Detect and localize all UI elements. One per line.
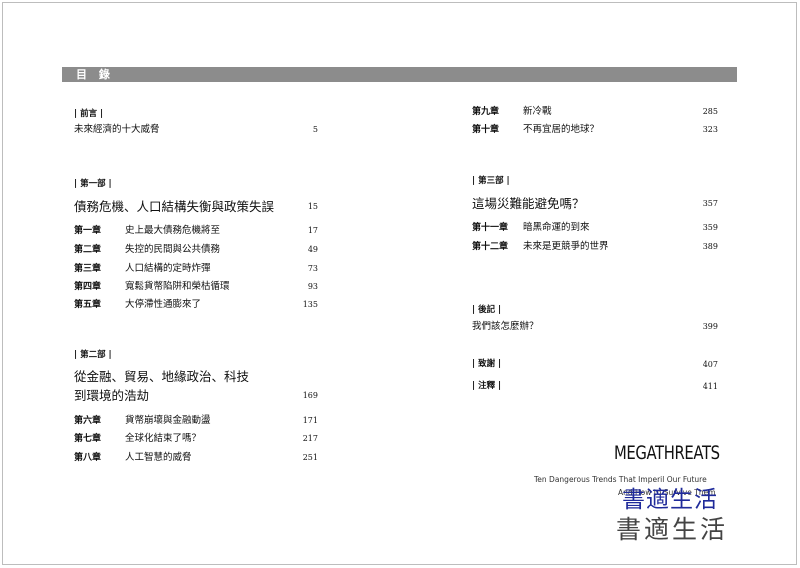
chapter-page: 93: [307, 282, 318, 291]
chapter-number: 第五章: [74, 300, 102, 310]
chapter-number: 第一章: [74, 226, 102, 236]
chapter-title: 大停滯性通膨來了: [125, 299, 202, 310]
chapter-number: 第十一章: [472, 223, 509, 233]
book-logo: MEGATHREATS: [614, 442, 720, 464]
part1-tag: | 第一部 |: [74, 179, 112, 189]
chapter-page: 73: [307, 264, 318, 273]
chapter-page: 135: [302, 300, 318, 309]
part1-page: 15: [307, 202, 318, 211]
chapter-number: 第三章: [74, 264, 102, 274]
toc-entry-thanks[interactable]: | 致謝 | 407: [472, 358, 718, 372]
thanks-tag: | 致謝 |: [472, 359, 502, 369]
chapter-page: 285: [702, 107, 718, 116]
chapter-number: 第十二章: [472, 242, 509, 252]
chapter-number: 第八章: [74, 453, 102, 463]
chapter-title: 未來是更競爭的世界: [523, 241, 609, 252]
toc-left-column: | 前言 | 未來經濟的十大威脅 5 | 第一部 | 債務危機、人口結構失衡與政…: [74, 0, 318, 568]
chapter-page: 389: [702, 242, 718, 251]
toc-entry-preface[interactable]: 未來經濟的十大威脅 5: [74, 123, 318, 137]
entry-page: 399: [702, 322, 718, 331]
chapter-title: 不再宜居的地球？: [523, 124, 600, 135]
chapter-number: 第四章: [74, 282, 102, 292]
chapter-title: 全球化結束了嗎？: [125, 433, 202, 444]
notes-tag: | 注釋 |: [472, 381, 502, 391]
toc-entry-afterword[interactable]: 我們該怎麼辦？ 399: [472, 320, 718, 334]
chapter-number: 第二章: [74, 245, 102, 255]
chapter-number: 第六章: [74, 416, 102, 426]
entry-page: 5: [312, 125, 318, 134]
toc-entry-chapter-6[interactable]: 第六章 貨幣崩壞與金融動盪 171: [74, 414, 318, 428]
toc-entry-chapter-9[interactable]: 第九章 新冷戰 285: [472, 105, 718, 119]
toc-entry-chapter-2[interactable]: 第二章 失控的民間與公共債務 49: [74, 243, 318, 257]
toc-entry-chapter-8[interactable]: 第八章 人工智慧的威脅 251: [74, 451, 318, 465]
chapter-title: 史上最大債務危機將至: [125, 225, 221, 236]
part3-title[interactable]: 這場災難能避免嗎？: [472, 196, 585, 212]
chapter-page: 323: [702, 125, 718, 134]
entry-title: 我們該怎麼辦？: [472, 321, 539, 332]
chapter-title: 暗黑命運的到來: [523, 222, 590, 233]
preface-tag: | 前言 |: [74, 109, 104, 119]
toc-entry-chapter-12[interactable]: 第十二章 未來是更競爭的世界 389: [472, 240, 718, 254]
entry-title: 未來經濟的十大威脅: [74, 124, 160, 135]
entry-page: 411: [702, 382, 718, 391]
chapter-number: 第七章: [74, 434, 102, 444]
toc-entry-chapter-11[interactable]: 第十一章 暗黑命運的到來 359: [472, 221, 718, 235]
chapter-page: 17: [307, 226, 318, 235]
toc-entry-chapter-7[interactable]: 第七章 全球化結束了嗎？ 217: [74, 432, 318, 446]
chapter-title: 人工智慧的威脅: [125, 452, 192, 463]
toc-entry-chapter-1[interactable]: 第一章 史上最大債務危機將至 17: [74, 224, 318, 238]
toc-entry-chapter-3[interactable]: 第三章 人口結構的定時炸彈 73: [74, 262, 318, 276]
toc-entry-notes[interactable]: | 注釋 | 411: [472, 380, 718, 394]
afterword-tag: | 後記 |: [472, 305, 502, 315]
chapter-page: 171: [302, 416, 318, 425]
chapter-title: 新冷戰: [523, 106, 552, 117]
watermark-gray: 書適生活: [616, 515, 729, 544]
part3-tag: | 第三部 |: [472, 176, 510, 186]
part2-title-line1[interactable]: 從金融、貿易、地緣政治、科技: [74, 369, 249, 385]
part1-title[interactable]: 債務危機、人口結構失衡與政策失誤: [74, 199, 274, 215]
chapter-title: 寬鬆貨幣陷阱和榮枯循環: [125, 281, 230, 292]
chapter-page: 251: [302, 453, 318, 462]
entry-page: 407: [702, 360, 718, 369]
part2-tag: | 第二部 |: [74, 350, 112, 360]
chapter-title: 貨幣崩壞與金融動盪: [125, 415, 211, 426]
chapter-title: 人口結構的定時炸彈: [125, 263, 211, 274]
chapter-number: 第九章: [472, 107, 500, 117]
part2-title-line2[interactable]: 到環境的浩劫: [74, 388, 149, 404]
chapter-page: 217: [302, 434, 318, 443]
chapter-page: 359: [702, 223, 718, 232]
chapter-page: 49: [307, 245, 318, 254]
part2-page: 169: [302, 391, 318, 400]
chapter-title: 失控的民間與公共債務: [125, 244, 221, 255]
toc-entry-chapter-4[interactable]: 第四章 寬鬆貨幣陷阱和榮枯循環 93: [74, 280, 318, 294]
watermark-blue: 書適生活: [622, 487, 718, 513]
toc-entry-chapter-5[interactable]: 第五章 大停滯性通膨來了 135: [74, 298, 318, 312]
chapter-number: 第十章: [472, 125, 500, 135]
part3-page: 357: [702, 199, 718, 208]
toc-entry-chapter-10[interactable]: 第十章 不再宜居的地球？ 323: [472, 123, 718, 137]
